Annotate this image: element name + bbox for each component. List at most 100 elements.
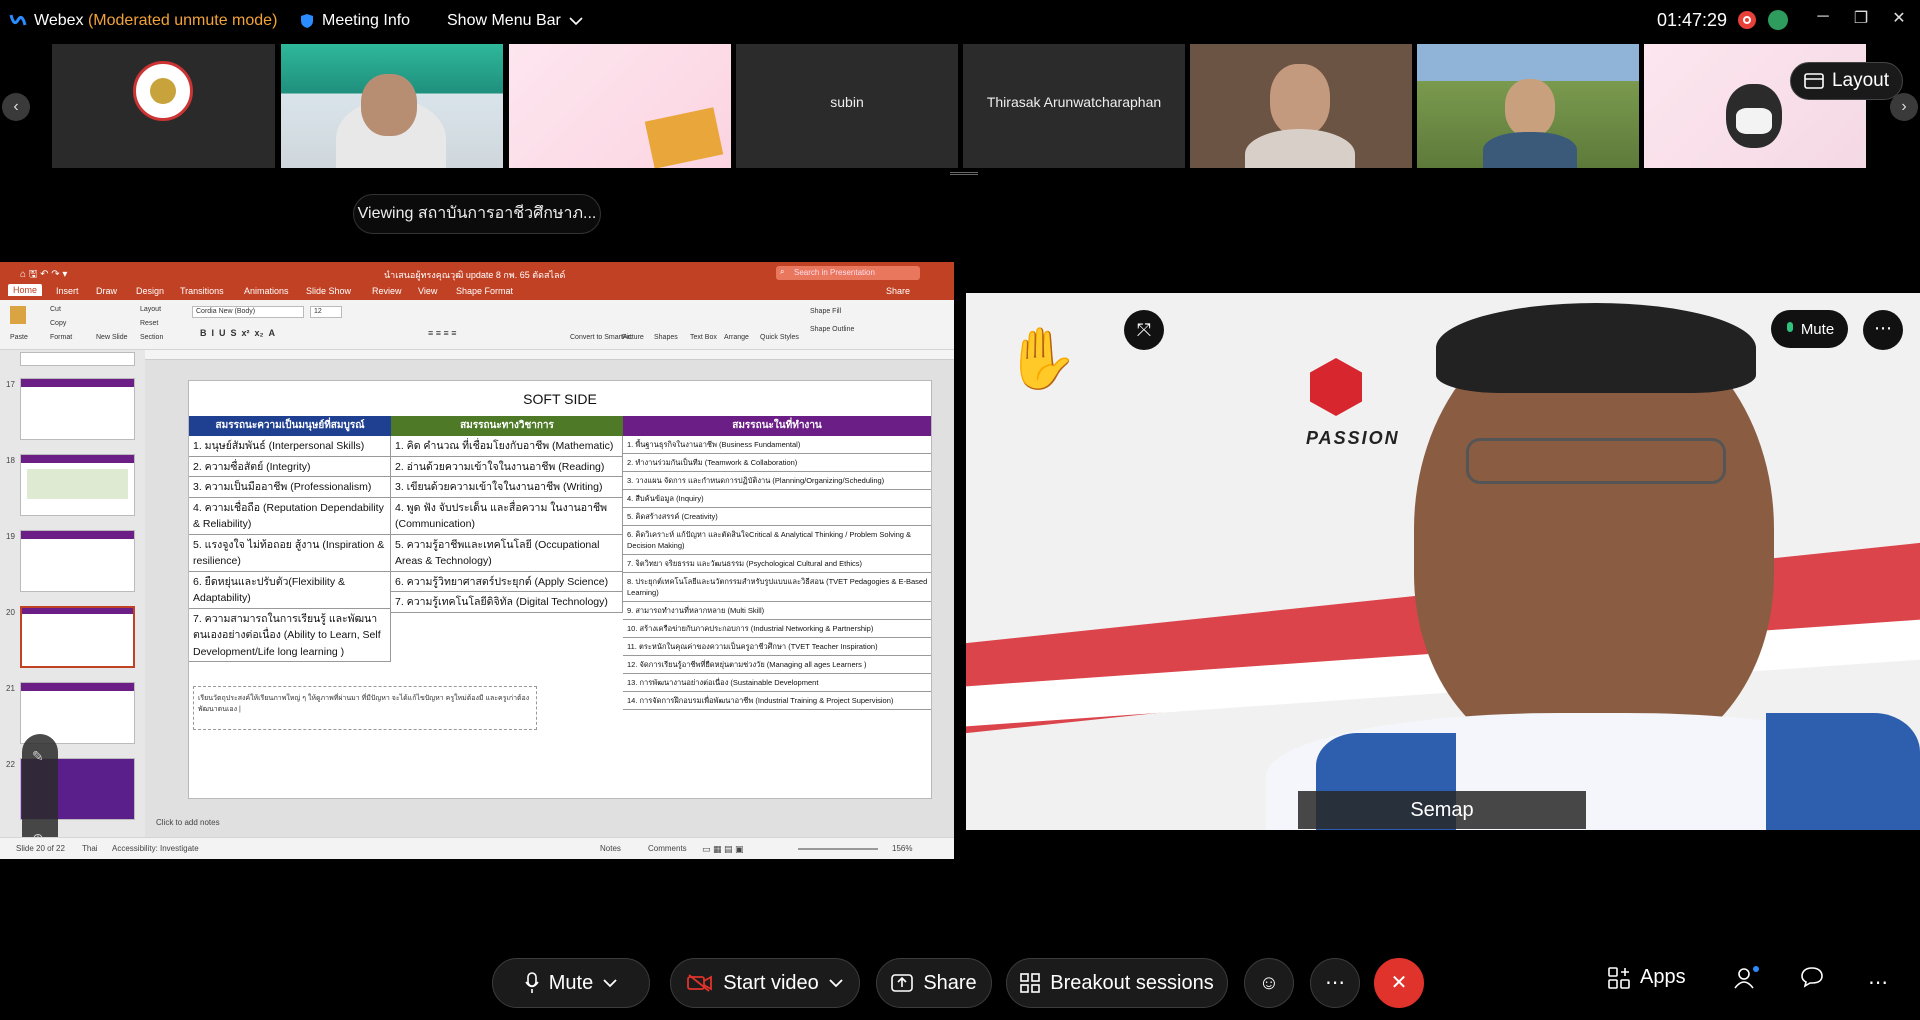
tab-home[interactable]: Home <box>8 284 43 296</box>
cut-button[interactable]: Cut <box>50 306 61 313</box>
participant-tile[interactable]: Thirasak Arunwatcharaphan <box>963 44 1185 168</box>
mute-label: Mute <box>548 971 594 994</box>
slide-thumbnail[interactable] <box>20 378 135 440</box>
tab-review[interactable]: Review <box>372 286 402 296</box>
slide-thumbnail-active[interactable] <box>20 606 135 668</box>
share-button[interactable]: Share <box>876 958 992 1008</box>
horizontal-ruler <box>145 350 954 360</box>
participant-mute-label: Mute <box>1800 320 1835 338</box>
resize-handle[interactable] <box>950 172 978 175</box>
tab-view[interactable]: View <box>418 286 437 296</box>
section-dropdown[interactable]: Section <box>140 334 163 341</box>
slide-thumbnail[interactable] <box>20 530 135 592</box>
meeting-timer: 01:47:29 <box>1657 10 1728 30</box>
chevron-down-icon[interactable] <box>829 978 843 988</box>
layout-dropdown[interactable]: Layout <box>140 306 161 313</box>
org-seal-logo <box>133 61 193 121</box>
view-mode-icons[interactable]: ▭ ▦ ▤ ▣ <box>702 844 744 855</box>
ppt-share-button[interactable]: Share <box>886 286 910 296</box>
reset-button[interactable]: Reset <box>140 320 158 327</box>
participant-name: subin <box>830 94 864 110</box>
list-item: 3. วางแผน จัดการ และกำหนดการปฏิบัติงาน (… <box>623 472 931 490</box>
apps-icon <box>1608 966 1630 989</box>
participant-tile[interactable]: subin <box>736 44 958 168</box>
list-item: 7. ความสามารถในการเรียนรู้ และพัฒนาตนเอง… <box>189 609 390 662</box>
participant-tile[interactable] <box>1417 44 1639 168</box>
meeting-info-button[interactable]: Meeting Info <box>300 12 410 30</box>
chat-button[interactable] <box>1800 966 1824 988</box>
picture-button[interactable]: Picture <box>622 334 644 341</box>
shape-fill-button[interactable]: Shape Fill <box>810 308 841 315</box>
shapes-button[interactable]: Shapes <box>654 334 678 341</box>
ppt-search-box[interactable]: ⌕ Search in Presentation <box>776 266 920 280</box>
add-notes-field[interactable]: Click to add notes <box>156 818 220 827</box>
list-item: 6. ความรู้วิทยาศาสตร์ประยุกต์ (Apply Sci… <box>391 572 622 592</box>
more-options-icon[interactable]: ⋯ <box>1310 958 1360 1008</box>
tab-draw[interactable]: Draw <box>96 286 117 296</box>
participant-tile[interactable] <box>281 44 503 168</box>
participant-tile[interactable] <box>509 44 731 168</box>
paste-icon[interactable] <box>10 306 26 324</box>
ppt-quick-access-icons[interactable]: ⌂ 🖫 ↶ ↷ ▾ <box>20 267 67 284</box>
font-name-select[interactable]: Cordia New (Body) <box>192 306 304 318</box>
list-item: 12. จัดการเรียนรู้อาชีพที่ยืดหยุ่นตามช่ว… <box>623 656 931 674</box>
participants-button[interactable] <box>1734 966 1760 990</box>
tab-slide-show[interactable]: Slide Show <box>306 286 351 296</box>
ppt-ribbon-tabs: Home Insert Draw Design Transitions Anim… <box>0 284 954 300</box>
list-item: 5. แรงจูงใจ ไม่ท้อถอย สู้งาน (Inspiratio… <box>189 535 390 572</box>
slide-text-box[interactable]: เรียนวัตถุประสงค์ให้เรียนภาพใหญ่ ๆ ให้ดู… <box>193 686 537 730</box>
search-icon: ⌕ <box>780 267 785 276</box>
slide-thumbnail[interactable] <box>20 352 135 366</box>
filmstrip-prev-icon[interactable]: ‹ <box>2 93 30 121</box>
text-format-buttons[interactable]: B I U S x² x₂ A <box>200 328 275 338</box>
paragraph-align-icons[interactable]: ≡ ≡ ≡ ≡ <box>428 328 457 338</box>
shape-outline-button[interactable]: Shape Outline <box>810 326 854 333</box>
network-stats-icon[interactable] <box>1768 10 1788 30</box>
apps-button[interactable]: Apps <box>1608 966 1686 989</box>
unpin-icon[interactable]: ⤧ <box>1124 310 1164 350</box>
copy-button[interactable]: Copy <box>50 320 66 327</box>
chevron-down-icon[interactable] <box>603 978 617 988</box>
slide-title: SOFT SIDE <box>523 391 597 407</box>
start-video-button[interactable]: Start video <box>670 958 860 1008</box>
layout-button[interactable]: Layout <box>1790 62 1903 100</box>
tab-animations[interactable]: Animations <box>244 286 289 296</box>
tab-insert[interactable]: Insert <box>56 286 79 296</box>
more-panels-icon[interactable]: ⋯ <box>1868 970 1888 995</box>
list-item: 1. พื้นฐานธุรกิจในงานอาชีพ (Business Fun… <box>623 436 931 454</box>
participant-tile[interactable] <box>52 44 275 168</box>
comments-toggle[interactable]: Comments <box>648 844 687 853</box>
restore-icon[interactable]: ❐ <box>1849 8 1873 28</box>
participant-more-button[interactable]: ⋯ <box>1863 310 1903 350</box>
list-item: 13. การพัฒนางานอย่างต่อเนื่อง (Sustainab… <box>623 674 931 692</box>
minimize-icon[interactable]: ─ <box>1811 8 1835 28</box>
reactions-icon[interactable]: ☺ <box>1244 958 1294 1008</box>
slide-thumbnail[interactable] <box>20 454 135 516</box>
accessibility-indicator[interactable]: Accessibility: Investigate <box>112 844 199 853</box>
pen-icon[interactable]: ✎ <box>32 748 44 765</box>
close-icon[interactable]: ✕ <box>1887 8 1911 28</box>
format-painter-button[interactable]: Format <box>50 334 72 341</box>
show-menu-bar-label: Show Menu Bar <box>447 12 561 29</box>
leave-meeting-button[interactable]: ✕ <box>1374 958 1424 1008</box>
quick-styles-button[interactable]: Quick Styles <box>760 334 799 341</box>
textbox-button[interactable]: Text Box <box>690 334 717 341</box>
list-item: 14. การจัดการฝึกอบรมเพื่อพัฒนาอาชีพ (Ind… <box>623 692 931 710</box>
participant-tile[interactable] <box>1190 44 1412 168</box>
font-size-select[interactable]: 12 <box>310 306 342 318</box>
mute-button[interactable]: Mute <box>492 958 650 1008</box>
tab-shape-format[interactable]: Shape Format <box>456 286 513 296</box>
tab-design[interactable]: Design <box>136 286 164 296</box>
moderated-mode-label: (Moderated unmute mode) <box>87 12 278 29</box>
breakout-sessions-button[interactable]: Breakout sessions <box>1006 958 1228 1008</box>
new-slide-button[interactable]: New Slide <box>96 334 128 341</box>
zoom-slider[interactable] <box>798 848 878 850</box>
filmstrip-next-icon[interactable]: › <box>1890 93 1918 121</box>
notes-toggle[interactable]: Notes <box>600 844 621 853</box>
share-icon <box>891 974 914 992</box>
chat-icon <box>1801 967 1823 988</box>
participant-mute-button[interactable]: Mute <box>1771 310 1848 348</box>
tab-transitions[interactable]: Transitions <box>180 286 224 296</box>
show-menu-bar-button[interactable]: Show Menu Bar <box>447 12 583 30</box>
arrange-button[interactable]: Arrange <box>724 334 749 341</box>
